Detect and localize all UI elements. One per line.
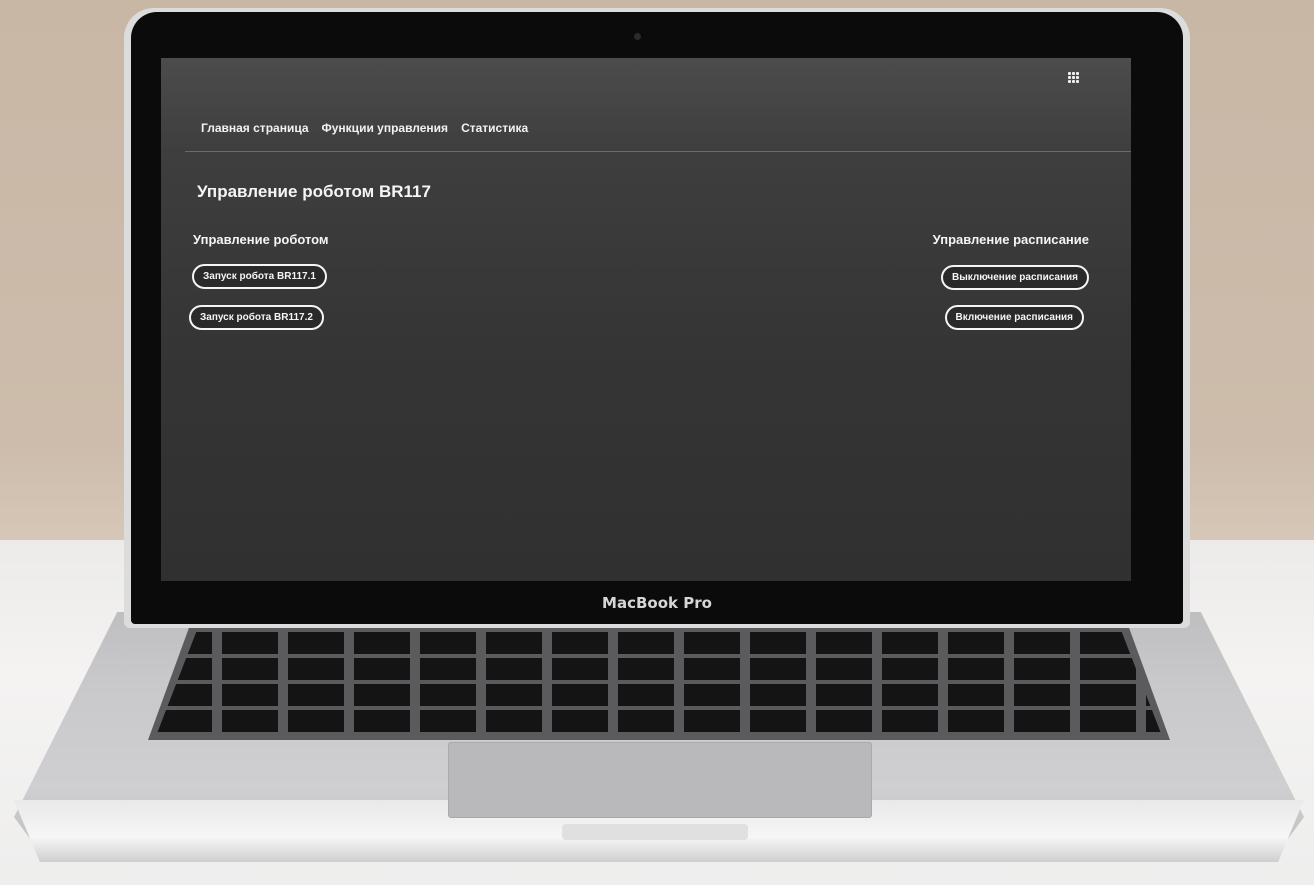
nav-item-statistics[interactable]: Статистика bbox=[461, 121, 528, 135]
grid-apps-icon[interactable] bbox=[1068, 72, 1079, 83]
start-robot-1-button[interactable]: Запуск робота BR117.1 bbox=[192, 264, 327, 289]
disable-schedule-button[interactable]: Выключение расписания bbox=[941, 265, 1089, 290]
page-title: Управление роботом BR117 bbox=[197, 182, 431, 201]
robot-section-title: Управление роботом bbox=[193, 232, 329, 247]
photo-scene: MacBook Pro Главная страница Функции упр… bbox=[0, 0, 1314, 885]
brand-label: MacBook Pro bbox=[602, 594, 712, 612]
enable-schedule-button[interactable]: Включение расписания bbox=[944, 305, 1084, 330]
schedule-section-title: Управление расписание bbox=[932, 232, 1089, 247]
start-robot-2-button[interactable]: Запуск робота BR117.2 bbox=[189, 305, 324, 330]
keyboard-rows bbox=[150, 632, 1168, 736]
app-screen: Главная страница Функции управления Стат… bbox=[161, 58, 1131, 581]
camera-icon bbox=[634, 33, 641, 40]
lid-notch bbox=[562, 824, 748, 840]
top-nav: Главная страница Функции управления Стат… bbox=[201, 121, 528, 135]
nav-item-home[interactable]: Главная страница bbox=[201, 121, 309, 135]
nav-item-control-functions[interactable]: Функции управления bbox=[322, 121, 449, 135]
nav-divider bbox=[185, 151, 1131, 152]
trackpad bbox=[448, 742, 872, 818]
